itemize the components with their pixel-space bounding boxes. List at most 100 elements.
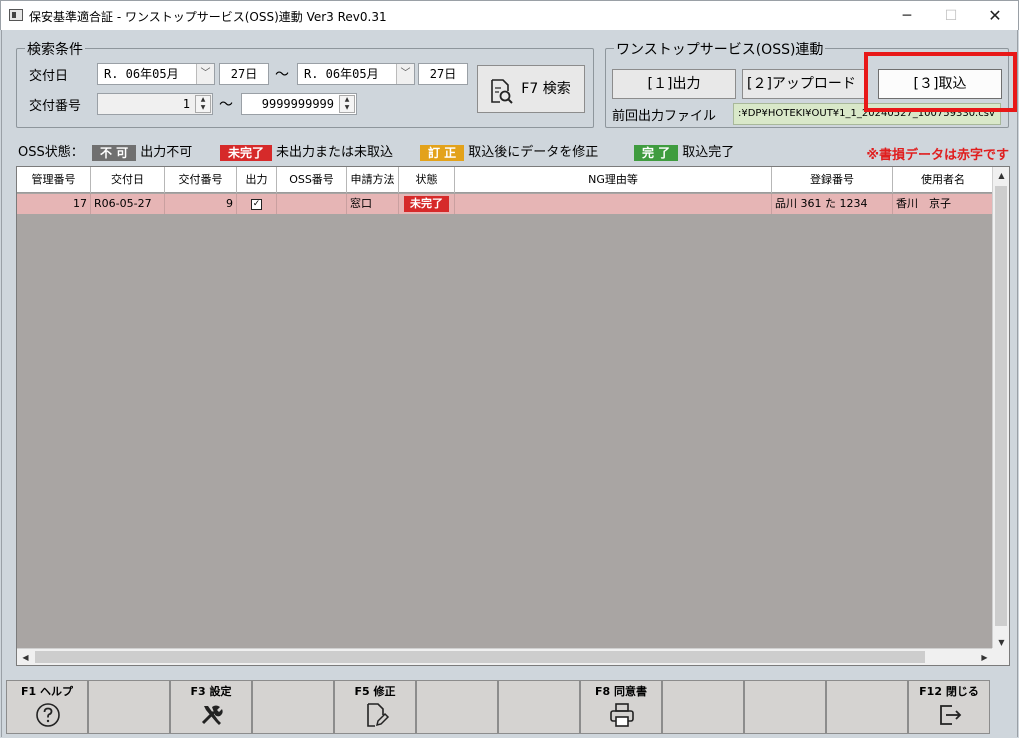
scroll-up-icon[interactable]: ▲ bbox=[993, 167, 1009, 184]
issue-number-from-value: 1 bbox=[182, 97, 190, 111]
search-document-icon bbox=[491, 79, 513, 104]
oss-status-legend: OSS状態： 不 可出力不可 未完了 未出力または未取込 訂 正取込後にデータを修… bbox=[16, 140, 1011, 163]
legend-label: OSS状態： bbox=[18, 145, 84, 160]
cell-method: 窓口 bbox=[347, 194, 399, 214]
issue-date-from-day-field[interactable]: 27日 bbox=[219, 63, 269, 85]
horizontal-scroll-thumb[interactable] bbox=[35, 651, 925, 663]
legend-text: 出力不可 bbox=[140, 145, 193, 160]
header-oss-no[interactable]: OSS番号 bbox=[277, 167, 347, 193]
header-method[interactable]: 申請方法 bbox=[347, 167, 399, 193]
f8-consent-print-button[interactable]: F8 同意書 bbox=[580, 680, 662, 734]
search-group-label: 検索条件 bbox=[25, 39, 85, 59]
upload-button[interactable]: [２]アップロード bbox=[742, 69, 866, 99]
number-range-tilde: ～ bbox=[219, 97, 233, 113]
output-checkbox[interactable]: ✓ bbox=[251, 198, 262, 210]
cell-output: ✓ bbox=[237, 194, 277, 214]
minimize-button[interactable]: ─ bbox=[885, 5, 929, 27]
fkey-empty bbox=[252, 680, 334, 734]
issue-date-to-day-field[interactable]: 27日 bbox=[418, 63, 468, 85]
cell-ng-reason bbox=[455, 194, 772, 214]
status-badge: 訂 正 bbox=[420, 144, 465, 161]
search-button-label: F7 検索 bbox=[521, 81, 571, 97]
f1-help-button[interactable]: F1 ヘルプ bbox=[6, 680, 88, 734]
issue-date-from-month-select[interactable]: R. 06年05月 ﹀ bbox=[97, 63, 215, 85]
legend-item-complete: 完 了取込完了 bbox=[634, 141, 734, 161]
issue-number-from-stepper[interactable]: 1 ▲ ▼ bbox=[97, 93, 213, 115]
vertical-scrollbar[interactable]: ▲ ▼ bbox=[992, 167, 1009, 651]
header-mgmt-no[interactable]: 管理番号 bbox=[17, 167, 91, 193]
scroll-corner bbox=[992, 648, 1009, 665]
fkey-empty bbox=[826, 680, 908, 734]
close-window-button[interactable]: ✕ bbox=[973, 5, 1017, 27]
status-badge: 未完了 bbox=[404, 196, 449, 212]
f3-settings-button[interactable]: F3 設定 bbox=[170, 680, 252, 734]
printer-icon bbox=[610, 703, 634, 727]
horizontal-scrollbar[interactable]: ◀ ▶ bbox=[17, 648, 993, 665]
maximize-button[interactable]: ☐ bbox=[929, 5, 973, 27]
fkey-empty bbox=[416, 680, 498, 734]
window-title: 保安基準適合証 - ワンストップサービス(OSS)連動 Ver3 Rev0.31 bbox=[29, 10, 387, 24]
cell-state: 未完了 bbox=[399, 194, 455, 214]
issue-date-to-month-select[interactable]: R. 06年05月 ﹀ bbox=[297, 63, 415, 85]
issue-date-from-month-value: R. 06年05月 bbox=[104, 67, 179, 81]
header-issue-no[interactable]: 交付番号 bbox=[165, 167, 237, 193]
fkey-label: F1 ヘルプ bbox=[21, 685, 73, 698]
fkey-label: F8 同意書 bbox=[595, 685, 647, 698]
vertical-scroll-thumb[interactable] bbox=[995, 186, 1007, 626]
issue-number-to-stepper[interactable]: 9999999999 ▲ ▼ bbox=[241, 93, 357, 115]
output-button[interactable]: [１]出力 bbox=[612, 69, 736, 99]
fkey-empty bbox=[498, 680, 580, 734]
scroll-right-icon[interactable]: ▶ bbox=[976, 649, 993, 665]
header-output[interactable]: 出力 bbox=[237, 167, 277, 193]
issue-number-label: 交付番号 bbox=[29, 99, 82, 114]
function-key-bar: F1 ヘルプ F3 設定 F5 修正 F8 同意書 F12 閉じる bbox=[6, 680, 1016, 734]
edit-document-icon bbox=[367, 703, 390, 727]
legend-item-corrected: 訂 正取込後にデータを修正 bbox=[420, 141, 598, 161]
search-conditions-group: 検索条件 交付日 R. 06年05月 ﹀ 27日 ～ R. 06年05月 ﹀ 2… bbox=[16, 39, 594, 128]
issue-number-to-value: 9999999999 bbox=[261, 97, 334, 111]
fkey-empty bbox=[88, 680, 170, 734]
table-row[interactable]: 17 R06-05-27 9 ✓ 窓口 未完了 品川 361 た 1234 香川… bbox=[17, 194, 993, 214]
fkey-empty bbox=[744, 680, 826, 734]
f5-edit-button[interactable]: F5 修正 bbox=[334, 680, 416, 734]
title-bar: 保安基準適合証 - ワンストップサービス(OSS)連動 Ver3 Rev0.31… bbox=[0, 0, 1019, 30]
grid-header: 管理番号 交付日 交付番号 出力 OSS番号 申請方法 状態 NG理由等 登録番… bbox=[17, 167, 993, 193]
legend-text: 取込後にデータを修正 bbox=[468, 145, 599, 160]
chevron-down-icon[interactable]: ﹀ bbox=[396, 64, 414, 84]
header-ng-reason[interactable]: NG理由等 bbox=[455, 167, 772, 193]
last-output-file-path: :¥DP¥HOTEKI¥OUT¥1_1_20240527_100759330.c… bbox=[733, 103, 1001, 125]
legend-text: 未出力または未取込 bbox=[276, 145, 394, 160]
cell-oss-no bbox=[277, 194, 347, 214]
f12-close-button[interactable]: F12 閉じる bbox=[908, 680, 990, 734]
help-icon bbox=[36, 703, 60, 727]
search-button[interactable]: F7 検索 bbox=[477, 65, 585, 113]
oss-group-label: ワンストップサービス(OSS)連動 bbox=[614, 39, 826, 59]
status-badge: 未完了 bbox=[220, 144, 273, 161]
legend-item-unavailable: 不 可出力不可 bbox=[92, 141, 192, 161]
issue-date-label: 交付日 bbox=[29, 69, 69, 84]
header-user-name[interactable]: 使用者名 bbox=[893, 167, 993, 193]
header-issue-date[interactable]: 交付日 bbox=[91, 167, 165, 193]
status-badge: 不 可 bbox=[92, 144, 137, 161]
issue-list-grid[interactable]: 管理番号 交付日 交付番号 出力 OSS番号 申請方法 状態 NG理由等 登録番… bbox=[16, 166, 1010, 666]
client-area: 検索条件 交付日 R. 06年05月 ﹀ 27日 ～ R. 06年05月 ﹀ 2… bbox=[1, 30, 1018, 737]
header-state[interactable]: 状態 bbox=[399, 167, 455, 193]
spoiled-data-note: ※書損データは赤字です bbox=[866, 148, 1009, 163]
header-reg-no[interactable]: 登録番号 bbox=[772, 167, 893, 193]
legend-item-incomplete: 未完了 未出力または未取込 bbox=[220, 141, 393, 161]
tools-icon bbox=[201, 705, 223, 725]
legend-text: 取込完了 bbox=[682, 145, 735, 160]
status-badge: 完 了 bbox=[634, 144, 679, 161]
fkey-empty bbox=[662, 680, 744, 734]
issue-date-to-month-value: R. 06年05月 bbox=[304, 67, 379, 81]
cell-mgmt-no: 17 bbox=[17, 194, 91, 214]
import-button[interactable]: [３]取込 bbox=[878, 69, 1002, 99]
app-icon bbox=[9, 9, 23, 21]
scroll-left-icon[interactable]: ◀ bbox=[17, 649, 34, 665]
stepper-buttons[interactable]: ▲ ▼ bbox=[339, 95, 355, 113]
stepper-buttons[interactable]: ▲ ▼ bbox=[195, 95, 211, 113]
chevron-down-icon[interactable]: ﹀ bbox=[196, 64, 214, 84]
last-output-file-label: 前回出力ファイル bbox=[612, 109, 717, 124]
date-range-tilde: ～ bbox=[275, 67, 289, 83]
fkey-label: F12 閉じる bbox=[919, 685, 979, 698]
